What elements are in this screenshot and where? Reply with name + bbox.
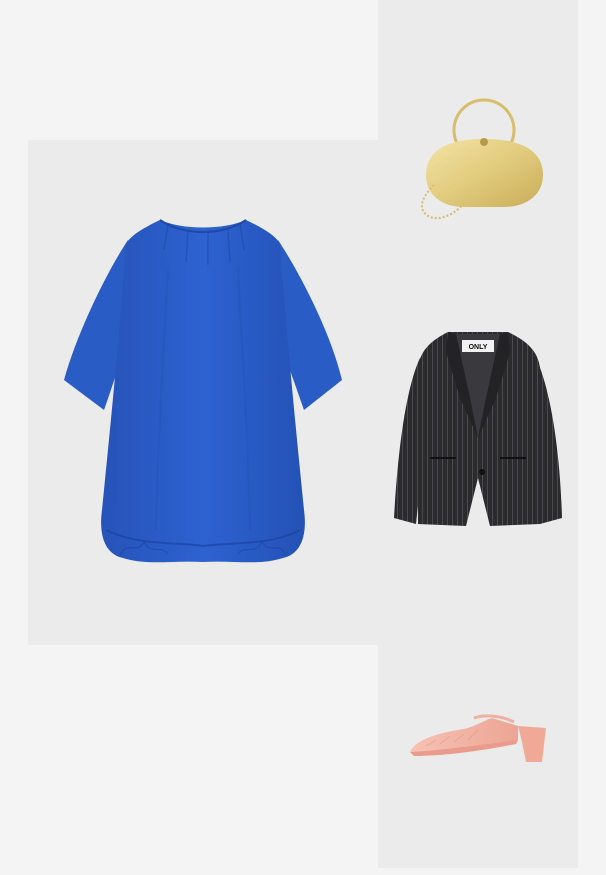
product-tile-dress[interactable] [28, 140, 378, 645]
pinstripe-blazer-image: ONLY [394, 332, 562, 526]
pink-mule-image [410, 714, 546, 762]
product-tile-bag[interactable] [378, 0, 578, 290]
blue-dress-image [64, 219, 342, 563]
gold-handbag-image [420, 98, 543, 219]
product-tile-shoe[interactable] [378, 578, 578, 868]
blazer-brand-label: ONLY [469, 344, 488, 351]
product-tile-blazer[interactable]: ONLY [378, 290, 578, 578]
